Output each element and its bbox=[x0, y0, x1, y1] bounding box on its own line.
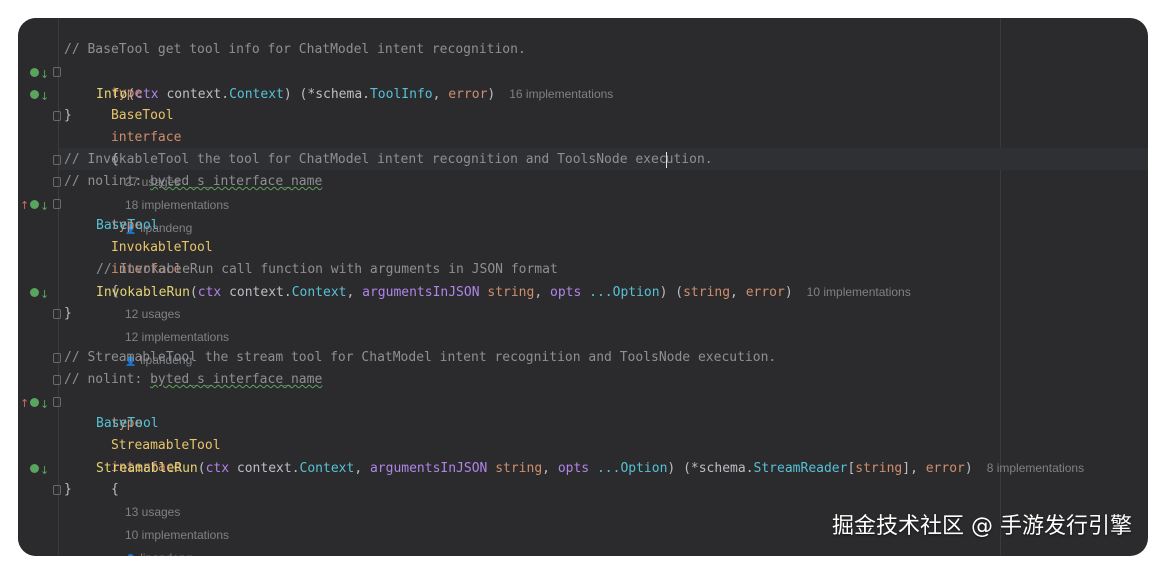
comment: // BaseTool get tool info for ChatModel … bbox=[64, 42, 526, 57]
fold-icon[interactable] bbox=[53, 67, 61, 77]
comment: // StreamableTool the stream tool for Ch… bbox=[64, 350, 777, 365]
implementations-hint[interactable]: 12 implementations bbox=[125, 330, 229, 344]
brace: } bbox=[64, 108, 72, 123]
code-line[interactable]: // InvokableRun call function with argum… bbox=[18, 259, 1148, 281]
code-line[interactable]: BaseTool bbox=[18, 215, 1148, 237]
fold-icon[interactable] bbox=[53, 199, 61, 209]
param-type: string bbox=[495, 461, 543, 476]
type-name: InvokableTool bbox=[110, 240, 213, 255]
error-type: error bbox=[448, 87, 488, 102]
code-line[interactable]: } bbox=[18, 479, 1148, 501]
code-line[interactable]: // StreamableTool the stream tool for Ch… bbox=[18, 347, 1148, 369]
code-line[interactable]: ↑ ↓ type StreamableTool interface { 13 us… bbox=[18, 391, 1148, 556]
implementations-hint[interactable]: 10 implementations bbox=[125, 528, 229, 542]
code-line[interactable]: } bbox=[18, 105, 1148, 127]
param-name: ctx bbox=[205, 461, 230, 476]
implemented-gutter-icon[interactable]: ↓ bbox=[26, 83, 49, 105]
return-type: StreamReader bbox=[753, 461, 848, 476]
fold-icon[interactable] bbox=[53, 155, 61, 165]
param-name: ctx bbox=[197, 285, 222, 300]
fold-icon[interactable] bbox=[53, 177, 61, 187]
spellcheck-word[interactable]: byted_s_interface_name bbox=[150, 174, 322, 189]
method-name: InvokableRun bbox=[96, 285, 190, 300]
fold-icon[interactable] bbox=[53, 485, 61, 495]
package-name: schema bbox=[315, 87, 363, 102]
param-type: Context bbox=[291, 285, 347, 300]
watermark: 掘金技术社区 @ 手游发行引擎 bbox=[832, 514, 1132, 539]
package-name: schema bbox=[698, 461, 746, 476]
method-name: Info bbox=[96, 87, 128, 102]
code-line[interactable]: BaseTool bbox=[18, 413, 1148, 435]
fold-icon[interactable] bbox=[53, 397, 61, 407]
fold-icon[interactable] bbox=[53, 375, 61, 385]
param-type: Context bbox=[299, 461, 355, 476]
comment: // InvokableRun call function with argum… bbox=[96, 262, 558, 277]
comment: // nolint: bbox=[64, 174, 151, 189]
error-type: error bbox=[925, 461, 965, 476]
code-line[interactable]: // nolint: byted_s_interface_name bbox=[18, 369, 1148, 391]
code-line[interactable]: // nolint: byted_s_interface_name bbox=[18, 171, 1148, 193]
implementations-hint[interactable]: 10 implementations bbox=[807, 285, 911, 299]
code-line[interactable]: // InvokableTool the tool for ChatModel … bbox=[18, 149, 1148, 171]
return-type: string bbox=[683, 285, 731, 300]
code-line[interactable]: } bbox=[18, 303, 1148, 325]
package-name: context bbox=[229, 285, 284, 300]
param-type: ...Option bbox=[589, 285, 660, 300]
implements-gutter-icon[interactable]: ↑ ↓ bbox=[20, 193, 49, 215]
fold-icon[interactable] bbox=[53, 309, 61, 319]
comment: ution. bbox=[665, 152, 713, 167]
code-line[interactable]: ↓ InvokableRun(ctx context.Context, argu… bbox=[18, 281, 1148, 303]
implementations-hint[interactable]: 8 implementations bbox=[987, 461, 1084, 475]
keyword: interface bbox=[110, 130, 182, 145]
fold-icon[interactable] bbox=[53, 111, 61, 121]
usages-hint[interactable]: 13 usages bbox=[125, 505, 180, 519]
fold-icon[interactable] bbox=[53, 353, 61, 363]
author-hint[interactable]: lipandeng bbox=[125, 551, 192, 556]
code-line[interactable]: ↓ StreamableRun(ctx context.Context, arg… bbox=[18, 457, 1148, 479]
param-name: argumentsInJSON bbox=[369, 461, 488, 476]
param-type: string bbox=[487, 285, 535, 300]
implementations-hint[interactable]: 16 implementations bbox=[509, 87, 613, 101]
code-line[interactable]: ↓ Info(ctx context.Context) (*schema.Too… bbox=[18, 83, 1148, 105]
comment: // InvokableTool the tool for ChatModel … bbox=[64, 152, 667, 167]
brace: } bbox=[64, 482, 72, 497]
param-name: opts bbox=[550, 285, 582, 300]
param-name: opts bbox=[557, 461, 590, 476]
method-name: StreamableRun bbox=[96, 461, 198, 476]
param-type: ...Option bbox=[596, 461, 668, 476]
embedded-interface: BaseTool bbox=[96, 218, 159, 233]
implements-gutter-icon[interactable]: ↑ ↓ bbox=[20, 391, 49, 413]
implemented-gutter-icon[interactable]: ↓ bbox=[26, 281, 49, 303]
package-name: context bbox=[236, 461, 292, 476]
generic-type: string bbox=[855, 461, 903, 476]
spellcheck-word[interactable]: byted_s_interface_name bbox=[150, 372, 322, 387]
brace: } bbox=[64, 306, 72, 321]
code-editor[interactable]: // BaseTool get tool info for ChatModel … bbox=[18, 18, 1148, 556]
implemented-gutter-icon[interactable]: ↓ bbox=[26, 457, 49, 479]
param-name: argumentsInJSON bbox=[362, 285, 480, 300]
code-line[interactable]: ↑ ↓ type InvokableTool interface { 12 usa… bbox=[18, 193, 1148, 367]
code-line[interactable]: ↓ type BaseTool interface { 27 usages 18… bbox=[18, 61, 1148, 235]
type-name: StreamableTool bbox=[110, 438, 221, 453]
error-type: error bbox=[745, 285, 785, 300]
comment: // nolint: bbox=[64, 372, 151, 387]
param-name: ctx bbox=[135, 87, 159, 102]
return-type: ToolInfo bbox=[369, 87, 433, 102]
code-line[interactable]: // BaseTool get tool info for ChatModel … bbox=[18, 39, 1148, 61]
embedded-interface: BaseTool bbox=[96, 416, 159, 431]
implemented-gutter-icon[interactable]: ↓ bbox=[26, 61, 49, 83]
